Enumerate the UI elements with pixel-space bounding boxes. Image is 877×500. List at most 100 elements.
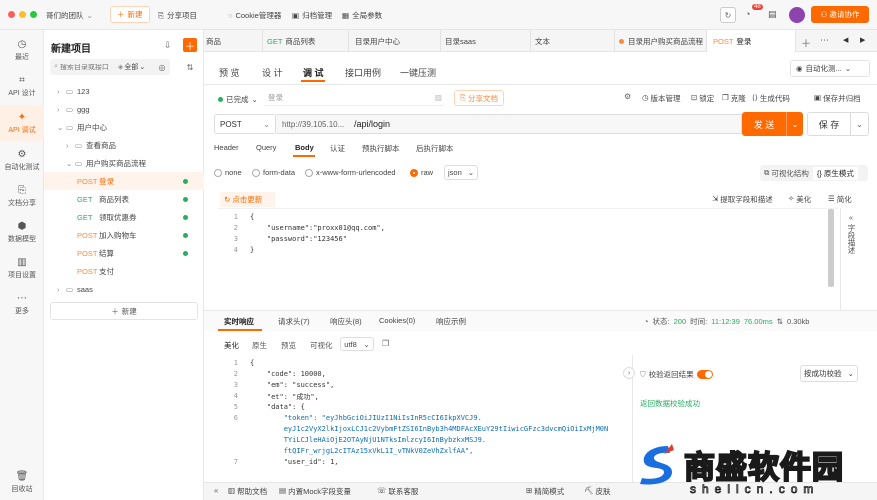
format-select[interactable]: json ⌄: [444, 165, 478, 180]
subtab-cases[interactable]: 接口用例: [345, 66, 381, 79]
clone-button[interactable]: ❐ 克隆: [722, 93, 746, 104]
beautify-button[interactable]: ✧ 美化: [788, 194, 811, 205]
nav-more[interactable]: ⋯ 更多: [0, 286, 44, 322]
editor-scrollbar[interactable]: [828, 209, 834, 287]
req-tab-body[interactable]: Body: [295, 143, 314, 152]
team-switcher[interactable]: 哥们的团队 ⌄: [46, 10, 93, 21]
body-type-urlencoded[interactable]: x-www-form-urlencoded: [305, 168, 396, 177]
save-archive-button[interactable]: ▣ 保存并归档: [814, 93, 861, 104]
tab-item-active[interactable]: POST 登录: [706, 30, 796, 52]
nav-recent[interactable]: ◷ 最近: [0, 32, 44, 68]
settings-icon[interactable]: ⚙: [624, 92, 631, 101]
auto-test-select[interactable]: ◉ 自动化测... ⌄: [790, 60, 870, 77]
mock-vars-button[interactable]: ▤ 内置Mock字段变量: [279, 486, 351, 497]
send-button[interactable]: 发 送: [742, 112, 786, 136]
view-preview[interactable]: 预览: [281, 340, 296, 351]
avatar[interactable]: [789, 7, 805, 23]
body-type-none[interactable]: none: [214, 168, 242, 177]
nav-auto-test[interactable]: ⚙ 自动化测试: [0, 142, 44, 178]
invite-button[interactable]: ⚇ 邀请协作: [811, 6, 869, 23]
tab-next-icon[interactable]: ▶: [860, 36, 865, 44]
docs-icon-button[interactable]: ▤: [768, 9, 777, 20]
nav-data-model[interactable]: ⬢ 数据模型: [0, 214, 44, 250]
tab-item[interactable]: GET 商品列表: [262, 30, 348, 52]
tree-folder[interactable]: › ▭ saas: [44, 280, 204, 298]
tab-prev-icon[interactable]: ◀: [843, 36, 848, 44]
gen-code-button[interactable]: ⟨⟩ 生成代码: [752, 93, 790, 104]
nav-api-debug[interactable]: ✦ API 调试: [0, 105, 44, 141]
locate-button[interactable]: ◎: [154, 59, 170, 75]
body-type-form[interactable]: form-data: [252, 168, 295, 177]
resp-tab-req-headers[interactable]: 请求头(7): [278, 316, 310, 327]
subtab-design[interactable]: 设 计: [262, 66, 283, 79]
tree-api-item[interactable]: GET 商品列表: [44, 190, 204, 208]
zoom-dot[interactable]: [30, 11, 37, 18]
notification-button[interactable]: ◔ 48: [745, 4, 763, 19]
body-type-raw[interactable]: raw: [410, 168, 433, 177]
search-input[interactable]: [59, 63, 116, 71]
skin-button[interactable]: ⛏ 皮肤: [584, 486, 611, 497]
request-editor[interactable]: 1 2 3 4 { "username":"proxx01@qq.com", "…: [218, 208, 838, 320]
import-icon[interactable]: ⇩: [164, 40, 172, 51]
response-editor[interactable]: 1 2 3 4 5 6 7 { "code": 10000, "em": "su…: [218, 355, 626, 490]
encoding-select[interactable]: utf8 ⌄: [340, 337, 374, 351]
tree-folder[interactable]: › ▭ 查看商品: [44, 136, 204, 154]
tab-item[interactable]: 目录saas: [440, 30, 530, 52]
native-mode-button[interactable]: {} 原生模式: [812, 166, 858, 180]
tree-folder[interactable]: ⌄ ▭ 用户中心: [44, 118, 204, 136]
field-desc-panel[interactable]: « 字段描述: [844, 212, 858, 254]
resp-tab-live[interactable]: 实时响应: [224, 316, 254, 327]
collapse-sidebar-icon[interactable]: «: [214, 486, 218, 495]
tree-api-item[interactable]: POST 登录: [44, 172, 204, 190]
minimize-dot[interactable]: [19, 11, 26, 18]
contact-support-button[interactable]: ☏ 联系客服: [377, 486, 418, 497]
compact-mode-button[interactable]: ⊞ 精简模式: [526, 486, 564, 497]
simplify-button[interactable]: ☰ 简化: [828, 194, 852, 205]
lock-button[interactable]: ⊡ 锁定: [691, 93, 714, 104]
api-name-input[interactable]: 登录 ▨: [264, 90, 444, 106]
resp-tab-resp-headers[interactable]: 响应头(8): [330, 316, 362, 327]
view-visual[interactable]: 可视化: [310, 340, 333, 351]
verify-mode-select[interactable]: 按成功校验 ⌄: [800, 365, 858, 382]
share-project-button[interactable]: ⎘ 分享项目: [158, 10, 197, 21]
extract-fields-button[interactable]: ⇲ 提取字段和描述: [712, 194, 773, 205]
refresh-button[interactable]: ↻: [720, 7, 736, 23]
save-button[interactable]: 保 存: [807, 112, 851, 136]
add-button[interactable]: ＋: [183, 38, 197, 53]
tree-search[interactable]: ⌕ ◈全部⌄: [50, 59, 170, 75]
save-options-button[interactable]: ⌄: [851, 112, 869, 136]
method-select[interactable]: POST ⌄: [214, 114, 276, 134]
tree-api-item[interactable]: POST 加入购物车: [44, 226, 204, 244]
req-tab-pre-script[interactable]: 预执行脚本: [362, 143, 400, 154]
refresh-link[interactable]: ↻ 点击更新: [220, 192, 275, 207]
copy-icon[interactable]: ❐: [382, 339, 389, 348]
more-tabs-icon[interactable]: ⋯: [820, 35, 829, 46]
nav-recycle[interactable]: 🗑 回收站: [0, 464, 44, 500]
filter-select[interactable]: ◈ 全部 ⌄: [118, 62, 145, 72]
new-button[interactable]: ＋新建: [110, 6, 150, 23]
resp-tab-cookies[interactable]: Cookies(0): [379, 316, 415, 325]
version-button[interactable]: ◷ 版本管理: [642, 93, 681, 104]
subtab-stress[interactable]: 一键压测: [400, 66, 436, 79]
sort-button[interactable]: ⇅: [182, 59, 198, 75]
tab-item[interactable]: 目录用户购买商品流程: [614, 30, 706, 52]
nav-doc-share[interactable]: ⎘ 文档分享: [0, 178, 44, 214]
share-doc-button[interactable]: ⎘ 分享文档: [454, 90, 504, 106]
tree-folder[interactable]: ⌄ ▭ 用户购买商品流程: [44, 154, 204, 172]
nav-project-settings[interactable]: ▥ 项目设置: [0, 250, 44, 286]
subtab-preview[interactable]: 预 览: [219, 66, 240, 79]
collapse-verify-button[interactable]: ›: [623, 367, 635, 379]
req-tab-auth[interactable]: 认证: [330, 143, 345, 154]
cookie-manager-button[interactable]: ◌ Cookie管理器: [228, 10, 281, 21]
view-raw[interactable]: 原生: [252, 340, 267, 351]
tab-item[interactable]: 文本: [530, 30, 614, 52]
status-select[interactable]: 已完成 ⌄: [218, 94, 258, 105]
archive-button[interactable]: ▣ 归档管理: [292, 10, 332, 21]
tree-folder[interactable]: › ▭ ggg: [44, 100, 204, 118]
req-tab-post-script[interactable]: 后执行脚本: [416, 143, 454, 154]
tab-item[interactable]: 商品: [204, 30, 259, 52]
tree-api-item[interactable]: POST 结算: [44, 244, 204, 262]
global-params-button[interactable]: ▦ 全局参数: [342, 10, 382, 21]
tree-folder[interactable]: › ▭ 123: [44, 82, 204, 100]
tab-item[interactable]: 目录用户中心: [348, 30, 440, 52]
